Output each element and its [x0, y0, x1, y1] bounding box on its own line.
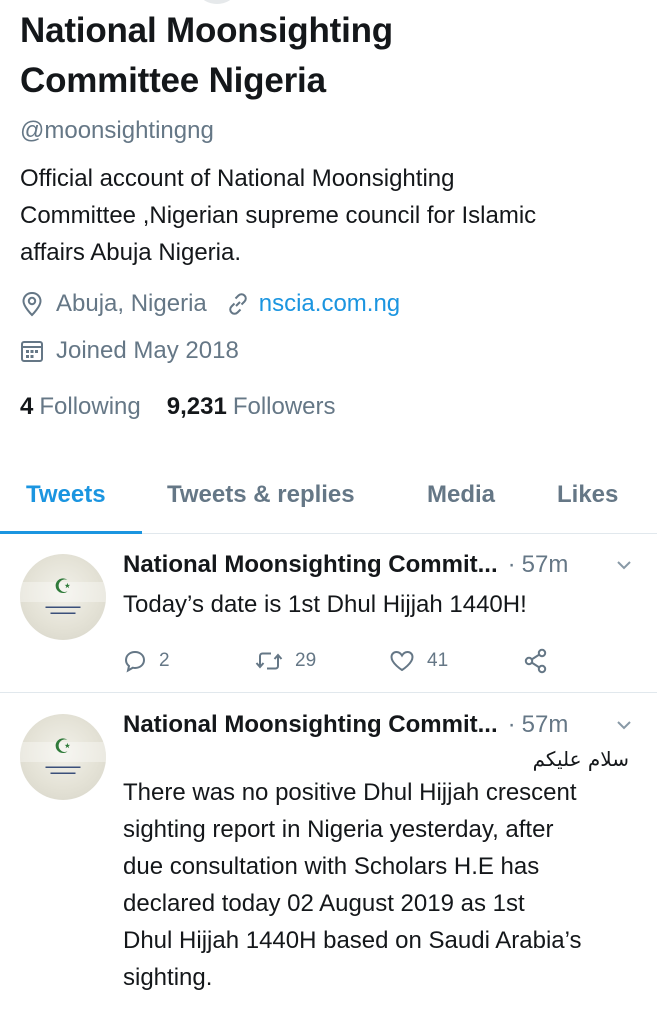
- bio-line: Committee ,Nigerian supreme council for …: [20, 202, 537, 229]
- tweet-divider: [0, 692, 657, 693]
- tab-tweets[interactable]: Tweets: [26, 480, 106, 510]
- like-count: 41: [427, 650, 449, 671]
- tweet-text-line: declared today 02 August 2019 as 1st: [123, 890, 525, 917]
- profile-tabs: Tweets Tweets & replies Media Likes: [0, 466, 657, 534]
- tweet-item[interactable]: ☪ ▬▬▬▬▬▬▬ ▬▬▬▬▬ National Moonsighting Com…: [0, 550, 657, 692]
- tweet-text: Today’s date is 1st Dhul Hijjah 1440H!: [123, 586, 635, 623]
- bio-line: affairs Abuja Nigeria.: [20, 239, 242, 266]
- profile-meta-joined: Joined May 2018: [20, 336, 637, 366]
- profile-name-line-2: Committee Nigeria: [20, 61, 326, 100]
- followers-label: Followers: [232, 393, 336, 420]
- tweet-text-line: There was no positive Dhul Hijjah cresce…: [123, 779, 577, 806]
- crescent-icon: ☪: [54, 576, 72, 598]
- reply-count: 2: [159, 650, 170, 671]
- tab-tweets-and-replies[interactable]: Tweets & replies: [167, 480, 355, 510]
- tweet-header: National Moonsighting Commit... · 57m: [123, 710, 635, 740]
- tab-likes[interactable]: Likes: [557, 480, 618, 510]
- profile-website-link[interactable]: nscia.com.ng: [259, 289, 400, 319]
- tweet-separator: ·: [507, 551, 516, 578]
- calendar-icon: [21, 341, 43, 362]
- tweet-author-avatar[interactable]: ☪ ▬▬▬▬▬▬▬ ▬▬▬▬▬: [20, 714, 106, 800]
- tweet-arabic-greeting: سلام عليكم: [532, 747, 629, 771]
- tweet-text-line: due consultation with Scholars H.E has: [123, 853, 540, 880]
- avatar-logo-text: ▬▬▬▬▬▬▬ ▬▬▬▬▬: [45, 764, 81, 776]
- tweet-timestamp[interactable]: 57m: [522, 710, 569, 740]
- location-pin-icon: [22, 291, 42, 317]
- profile-meta-location-website: Abuja, Nigeria nscia.com.ng: [20, 289, 637, 319]
- profile-handle: @moonsightingng: [20, 117, 214, 144]
- tweet-text-line: Dhul Hijjah 1440H based on Saudi Arabia’…: [123, 927, 582, 954]
- followers-count: 9,231: [166, 393, 227, 420]
- bio-line: Official account of National Moonsightin…: [20, 165, 455, 192]
- chevron-down-icon[interactable]: [613, 714, 635, 736]
- profile-location: Abuja, Nigeria: [56, 290, 207, 317]
- profile-joined-date: Joined May 2018: [56, 337, 239, 364]
- like-button[interactable]: 41: [389, 649, 448, 673]
- share-icon: [524, 648, 547, 674]
- active-tab-indicator: [0, 531, 142, 534]
- following-count-link[interactable]: 4 Following: [20, 392, 141, 422]
- retweet-button[interactable]: 29: [255, 649, 316, 673]
- retweet-count: 29: [295, 650, 317, 671]
- reply-icon: [124, 650, 146, 673]
- tweet-author-avatar[interactable]: ☪ ▬▬▬▬▬▬▬ ▬▬▬▬▬: [20, 554, 106, 640]
- reply-button[interactable]: 2: [123, 649, 170, 673]
- profile-bio: Official account of National Moonsightin…: [20, 160, 637, 271]
- tweet-author-name[interactable]: National Moonsighting Commit...: [123, 710, 498, 740]
- tab-media[interactable]: Media: [427, 480, 495, 510]
- avatar-logo-text: ▬▬▬▬▬▬▬ ▬▬▬▬▬: [45, 604, 81, 616]
- share-button[interactable]: [523, 648, 549, 674]
- profile-name: National Moonsighting Committee Nigeria: [20, 0, 637, 106]
- tweet-text: سلام عليكم There was no positive Dhul Hi…: [123, 744, 635, 996]
- following-count: 4: [20, 393, 34, 420]
- tweet-actions: 2 29 41: [123, 648, 635, 674]
- retweet-icon: [255, 652, 283, 670]
- profile-name-line-1: National Moonsighting: [20, 11, 393, 50]
- tweet-author-name[interactable]: National Moonsighting Commit...: [123, 550, 498, 580]
- crescent-icon: ☪: [54, 736, 72, 758]
- profile-counts: 4 Following 9,231 Followers: [20, 392, 637, 422]
- link-icon: [228, 293, 247, 315]
- tweet-separator: ·: [507, 711, 516, 738]
- tweet-item[interactable]: ☪ ▬▬▬▬▬▬▬ ▬▬▬▬▬ National Moonsighting Com…: [0, 710, 657, 1024]
- profile-header: National Moonsighting Committee Nigeria …: [0, 0, 657, 422]
- tweet-header: National Moonsighting Commit... · 57m: [123, 550, 635, 580]
- following-label: Following: [39, 393, 141, 420]
- heart-icon: [390, 650, 414, 672]
- tweet-timestamp[interactable]: 57m: [522, 550, 569, 580]
- tweet-text-line: sighting report in Nigeria yesterday, af…: [123, 816, 554, 843]
- followers-count-link[interactable]: 9,231 Followers: [167, 392, 336, 422]
- tweet-text-line: sighting.: [123, 964, 213, 991]
- tweet-text-line: Today’s date is 1st Dhul Hijjah 1440H!: [123, 591, 527, 618]
- chevron-down-icon[interactable]: [613, 554, 635, 576]
